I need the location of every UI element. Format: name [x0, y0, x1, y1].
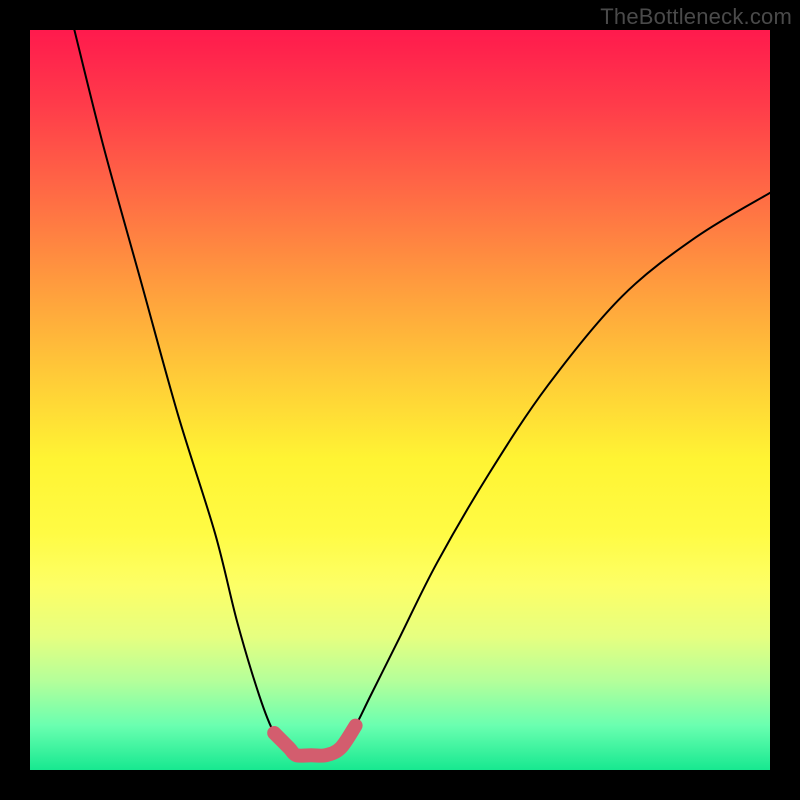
watermark-text: TheBottleneck.com — [600, 4, 792, 30]
chart-frame: TheBottleneck.com — [0, 0, 800, 800]
highlight-band-path — [274, 726, 355, 756]
curve-svg — [30, 30, 770, 770]
bottleneck-curve-path — [74, 30, 770, 756]
plot-area — [30, 30, 770, 770]
